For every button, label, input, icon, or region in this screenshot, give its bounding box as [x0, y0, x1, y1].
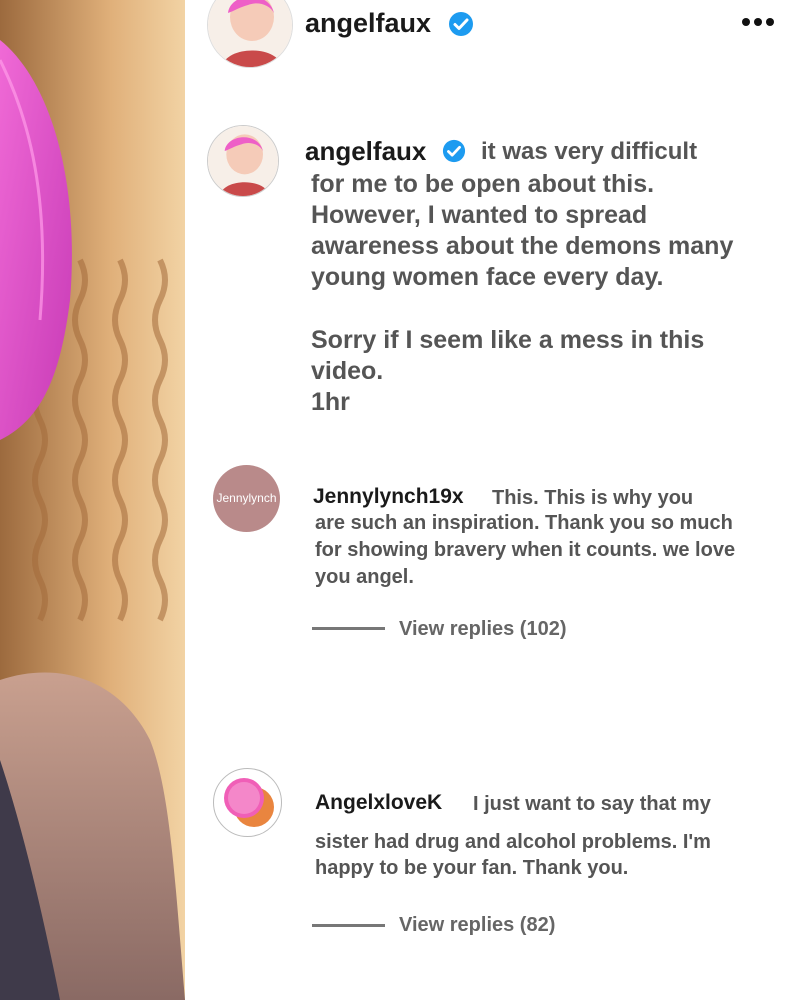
- view-replies-button[interactable]: View replies (102): [399, 618, 567, 641]
- avatar-image: [214, 769, 281, 836]
- comment-text-line: you angel.: [315, 566, 414, 588]
- comment-text-line: for showing bravery when it counts. we l…: [315, 539, 736, 561]
- caption-text-line: for me to be open about this.: [311, 170, 655, 198]
- caption-text-line: video.: [311, 357, 384, 385]
- comment-text-line: sister had drug and alcohol problems. I'…: [315, 831, 711, 853]
- comment-username[interactable]: Jennylynch19x: [313, 485, 464, 509]
- comments-panel: angelfaux angelfaux it was very difficul…: [185, 0, 800, 1000]
- comment-avatar[interactable]: Jennylynch: [213, 465, 280, 532]
- caption-text-line: it was very difficult: [481, 138, 698, 165]
- caption-avatar[interactable]: [207, 125, 279, 197]
- more-options-icon[interactable]: [741, 16, 775, 28]
- illustration-art: [0, 0, 185, 1000]
- view-replies-button[interactable]: View replies (82): [399, 914, 555, 937]
- comment-text-line: happy to be your fan. Thank you.: [315, 857, 629, 879]
- header-avatar[interactable]: [207, 0, 293, 68]
- caption-timestamp: 1hr: [311, 388, 350, 416]
- post-illustration: [0, 0, 185, 1000]
- header-username[interactable]: angelfaux: [305, 8, 431, 39]
- caption-text-line: Sorry if I seem like a mess in this: [311, 326, 705, 354]
- caption-text-line: However, I wanted to spread: [311, 201, 648, 229]
- avatar-placeholder-text: Jennylynch: [216, 491, 277, 505]
- comment-avatar[interactable]: [213, 768, 282, 837]
- caption-text-line: young women face every day.: [311, 263, 664, 291]
- replies-divider: [312, 924, 385, 927]
- comment-username[interactable]: AngelxloveK: [315, 791, 442, 815]
- caption-username[interactable]: angelfaux: [305, 136, 426, 167]
- comment-text-line: I just want to say that my: [473, 793, 711, 815]
- caption-text-line: awareness about the demons many: [311, 232, 734, 260]
- verified-badge-icon: [449, 12, 473, 36]
- verified-badge-icon: [442, 139, 466, 163]
- comment-text-line: are such an inspiration. Thank you so mu…: [315, 512, 733, 534]
- replies-divider: [312, 627, 385, 630]
- avatar-image: [208, 126, 278, 196]
- comment-text-line: This. This is why you: [492, 487, 694, 509]
- avatar-image: [208, 0, 292, 67]
